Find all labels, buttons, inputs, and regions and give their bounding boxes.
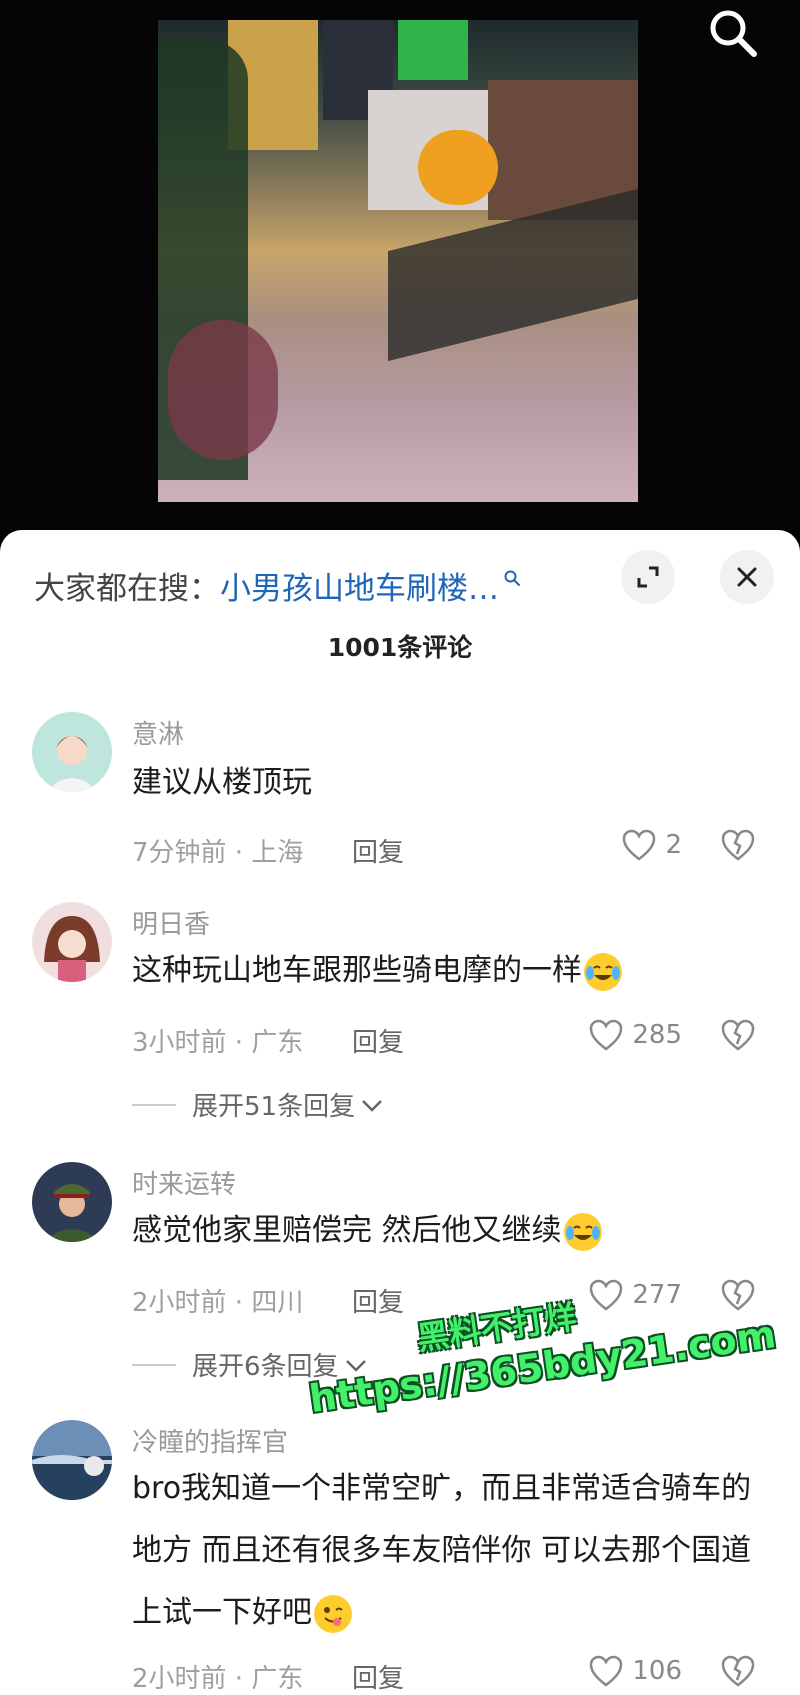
expand-button[interactable]	[621, 550, 675, 604]
dislike-button[interactable]	[720, 1654, 756, 1692]
expand-replies-label: 展开51条回复	[192, 1092, 356, 1122]
small-search-icon	[504, 570, 520, 586]
dislike-button[interactable]	[720, 1018, 756, 1056]
username[interactable]: 意淋	[132, 714, 184, 751]
username[interactable]: 明日香	[132, 904, 210, 941]
comment-sheet: 大家都在搜： 小男孩山地车刷楼… 1001条评论 意淋 建议从楼顶玩 7分钟前 …	[0, 530, 800, 1695]
trending-search-query[interactable]: 小男孩山地车刷楼…	[220, 563, 499, 608]
search-button[interactable]	[704, 6, 760, 62]
reply-button[interactable]: 回复	[352, 1022, 404, 1059]
video-player[interactable]	[0, 0, 800, 530]
like-button[interactable]: 106	[588, 1654, 682, 1688]
comment-time-location: 3小时前 · 广东	[132, 1028, 304, 1058]
comment-time-location: 2小时前 · 四川	[132, 1288, 304, 1318]
comment-text: 感觉他家里赔偿完 然后他又继续	[132, 1200, 752, 1262]
comment-item: 意淋 建议从楼顶玩 7分钟前 · 上海 回复 2	[0, 712, 800, 892]
reply-button[interactable]: 回复	[352, 832, 404, 869]
comment-text: 这种玩山地车跟那些骑电摩的一样	[132, 940, 752, 1002]
username[interactable]: 时来运转	[132, 1164, 236, 1201]
dislike-button[interactable]	[720, 828, 756, 866]
comment-text: 建议从楼顶玩	[132, 765, 312, 800]
reply-button[interactable]: 回复	[352, 1658, 404, 1695]
comment-count: 1001条评论	[327, 633, 473, 662]
expand-icon	[637, 566, 659, 588]
like-count: 285	[632, 1020, 682, 1050]
avatar[interactable]	[32, 1162, 112, 1242]
close-icon	[737, 567, 757, 587]
avatar[interactable]	[32, 902, 112, 982]
like-button[interactable]: 2	[621, 828, 682, 862]
heart-icon	[590, 1655, 623, 1687]
comment-text: bro我知道一个非常空旷，而且非常适合骑车的地方 而且还有很多车友陪伴你 可以去…	[132, 1458, 752, 1644]
comment-time-location: 2小时前 · 广东	[132, 1664, 304, 1694]
video-frame[interactable]	[158, 20, 638, 502]
comment-time-location: 7分钟前 · 上海	[132, 838, 304, 868]
search-icon	[710, 10, 757, 57]
comment-item: 明日香 这种玩山地车跟那些骑电摩的一样 3小时前 · 广东 回复 285 展开5…	[0, 902, 800, 1122]
yum-emoji	[314, 1594, 352, 1633]
avatar[interactable]	[32, 1420, 112, 1500]
like-button[interactable]: 285	[588, 1018, 682, 1052]
broken-heart-icon	[721, 829, 755, 861]
like-count: 106	[632, 1656, 682, 1686]
broken-heart-icon	[721, 1019, 755, 1051]
heart-icon	[623, 829, 656, 861]
expand-divider	[132, 1363, 176, 1366]
expand-replies-button[interactable]: 展开51条回复	[132, 1086, 385, 1123]
expand-divider	[132, 1103, 176, 1106]
trending-search[interactable]: 大家都在搜： 小男孩山地车刷楼…	[34, 560, 521, 610]
comment-item: 冷瞳的指挥官 bro我知道一个非常空旷，而且非常适合骑车的地方 而且还有很多车友…	[0, 1420, 800, 1695]
close-button[interactable]	[720, 550, 774, 604]
broken-heart-icon	[721, 1655, 755, 1687]
chevron-down-icon	[362, 1099, 382, 1112]
like-count: 2	[665, 830, 682, 860]
reply-button[interactable]: 回复	[352, 1282, 404, 1319]
heart-icon	[590, 1019, 623, 1051]
cry-laugh-emoji	[563, 1212, 602, 1251]
trending-search-prefix: 大家都在搜：	[34, 570, 220, 607]
username[interactable]: 冷瞳的指挥官	[132, 1422, 288, 1459]
cry-laugh-emoji	[584, 952, 622, 991]
avatar[interactable]	[32, 712, 112, 792]
